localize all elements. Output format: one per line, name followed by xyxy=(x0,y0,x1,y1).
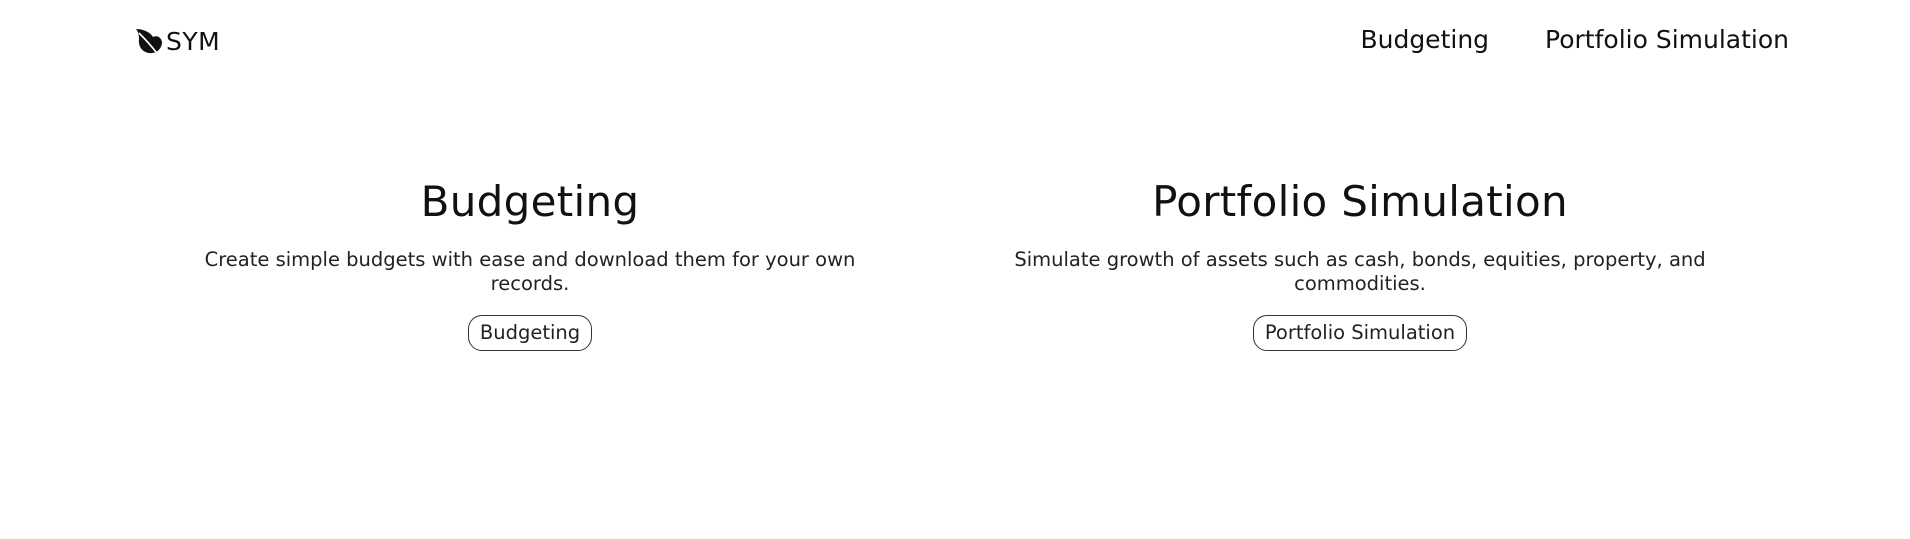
feature-portfolio-simulation: Portfolio Simulation Simulate growth of … xyxy=(990,172,1730,351)
main-nav: Budgeting Portfolio Simulation xyxy=(1360,22,1789,58)
navbar: SYM Budgeting Portfolio Simulation xyxy=(0,0,1910,82)
portfolio-simulation-button[interactable]: Portfolio Simulation xyxy=(1252,315,1468,351)
brand-name: SYM xyxy=(166,26,221,56)
feature-title-budgeting: Budgeting xyxy=(420,177,640,226)
nav-link-portfolio-simulation[interactable]: Portfolio Simulation xyxy=(1545,22,1789,58)
feature-description-budgeting: Create simple budgets with ease and down… xyxy=(204,248,856,295)
feature-description-portfolio-simulation: Simulate growth of assets such as cash, … xyxy=(1014,248,1706,295)
feature-budgeting: Budgeting Create simple budgets with eas… xyxy=(180,172,880,351)
leaf-icon xyxy=(136,29,162,54)
brand-logo-link[interactable]: SYM xyxy=(134,24,220,58)
budgeting-button[interactable]: Budgeting xyxy=(467,315,593,351)
nav-link-budgeting[interactable]: Budgeting xyxy=(1360,22,1489,58)
feature-title-portfolio-simulation: Portfolio Simulation xyxy=(1152,177,1568,226)
